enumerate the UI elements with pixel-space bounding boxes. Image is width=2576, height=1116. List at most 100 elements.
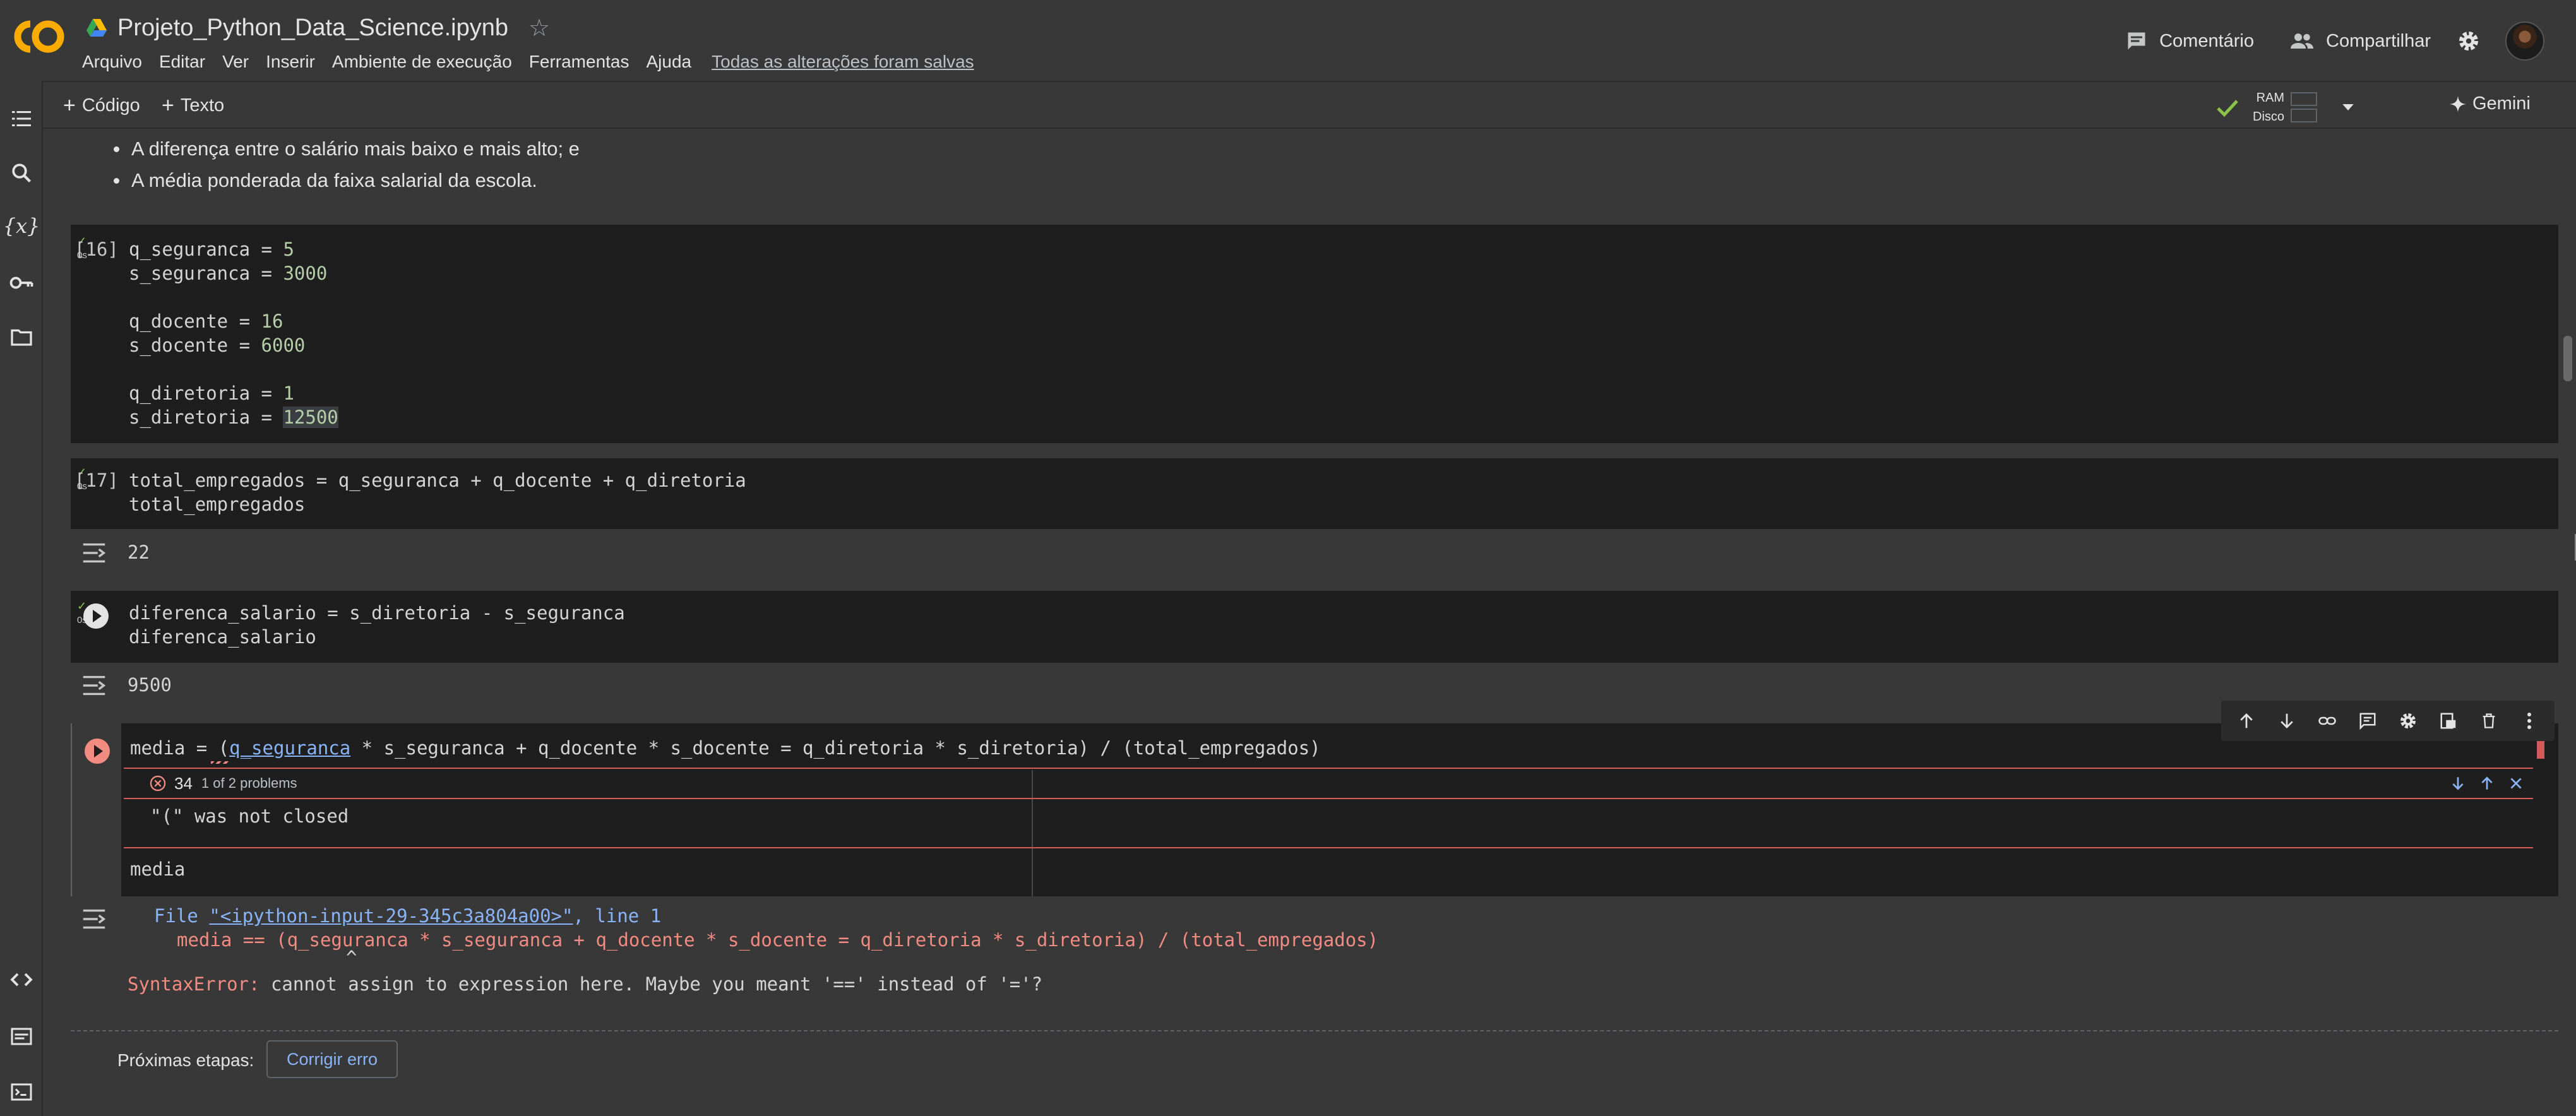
code-cell-diferenca[interactable]: ✓ 0s diferenca_salario = s_diretoria - s… — [71, 591, 2558, 663]
fix-error-button[interactable]: Corrigir erro — [266, 1040, 398, 1078]
run-cell-button[interactable] — [83, 603, 109, 629]
close-peek-icon[interactable] — [2508, 775, 2524, 792]
share-label: Compartilhar — [2326, 30, 2431, 51]
move-up-icon[interactable] — [2226, 701, 2267, 741]
disk-label: Disco — [2253, 110, 2285, 124]
next-steps-bar: Próximas etapas: Corrigir erro — [71, 1030, 2558, 1078]
code-var: s_docente — [129, 335, 229, 356]
variables-icon[interactable]: {x} — [3, 211, 40, 241]
table-of-contents-icon[interactable] — [6, 104, 37, 134]
code-number: 5 — [283, 239, 294, 260]
saved-status-link[interactable]: Todas as alterações foram salvas — [712, 52, 974, 72]
comment-icon — [2128, 32, 2145, 50]
colab-logo[interactable] — [9, 15, 69, 58]
code-cell-16[interactable]: ✓ 0s [16] q_seguranca = 5 s_seguranca = … — [71, 225, 2558, 443]
plus-icon: + — [162, 93, 174, 117]
notebook-toolbar: + Código + Texto RAM Disco Gemini — [43, 81, 2576, 129]
code-cell-media[interactable]: media = (q_seguranca * s_seguranca + q_d… — [71, 701, 2558, 896]
traceback-caret: ^ — [346, 947, 357, 968]
code-line: total_empregados — [129, 494, 306, 515]
code-line: diferenca_salario = s_diretoria - s_segu… — [129, 602, 625, 624]
code-var: q_seguranca — [129, 239, 251, 260]
comment-button[interactable]: Comentário — [2125, 30, 2254, 52]
output-value: 22 — [128, 542, 150, 563]
ram-bar — [2291, 92, 2318, 106]
gear-icon[interactable] — [2456, 28, 2481, 54]
comment-label: Comentário — [2159, 30, 2254, 51]
search-icon[interactable] — [6, 158, 37, 188]
code-editor[interactable]: media = (q_seguranca * s_seguranca + q_d… — [130, 736, 1321, 760]
error-count: 34 — [174, 773, 193, 793]
markdown-bullet: A média ponderada da faixa salarial da e… — [114, 169, 537, 191]
traceback-file-line: File "<ipython-input-29-345c3a804a00>", … — [154, 905, 661, 927]
code-snippets-icon[interactable] — [6, 965, 37, 995]
code-text: * s_seguranca + q_docente * s_docente = … — [350, 737, 1321, 759]
error-type: SyntaxError: — [128, 973, 260, 995]
code-var: s_seguranca — [129, 263, 251, 284]
menu-arquivo[interactable]: Arquivo — [82, 52, 142, 72]
move-down-icon[interactable] — [2267, 701, 2307, 741]
output-toggle-icon[interactable] — [80, 673, 109, 698]
code-number: 12500 — [283, 407, 338, 428]
notebook-content: A diferença entre o salário mais baixo e… — [44, 130, 2576, 1116]
folder-icon[interactable] — [6, 322, 37, 352]
error-text: cannot assign to expression here. Maybe … — [259, 973, 1043, 995]
menu-inserir[interactable]: Inserir — [266, 52, 315, 72]
terminal-icon[interactable] — [6, 1077, 37, 1107]
check-icon — [2217, 100, 2238, 117]
delete-icon[interactable] — [2469, 701, 2509, 741]
output-toggle-icon[interactable] — [80, 540, 109, 566]
key-icon[interactable] — [6, 268, 37, 298]
resources-indicator[interactable]: RAM Disco — [2215, 88, 2358, 126]
code-line-2[interactable]: media — [130, 857, 185, 881]
star-icon[interactable]: ☆ — [528, 14, 550, 42]
gear-icon[interactable] — [2388, 701, 2428, 741]
chevron-down-icon[interactable] — [2339, 98, 2358, 117]
share-button[interactable]: Compartilhar — [2289, 30, 2431, 52]
add-text-button[interactable]: + Texto — [162, 93, 224, 118]
mirror-cell-icon[interactable] — [2428, 701, 2469, 741]
gemini-label: Gemini — [2472, 93, 2531, 114]
traceback-file-link[interactable]: "<ipython-input-29-345c3a804a00>" — [209, 905, 573, 927]
code-editor[interactable]: diferenca_salario = s_diretoria - s_segu… — [129, 601, 625, 649]
add-text-label: Texto — [180, 95, 225, 116]
plus-icon: + — [63, 93, 76, 117]
code-text: media = ( — [130, 737, 230, 759]
left-sidebar: {x} — [0, 81, 43, 1116]
markdown-bullet: A diferença entre o salário mais baixo e… — [114, 138, 580, 160]
code-editor[interactable]: total_empregados = q_seguranca + q_docen… — [129, 468, 746, 516]
previous-problem-icon[interactable] — [2479, 775, 2495, 792]
more-options-icon[interactable] — [2509, 701, 2549, 741]
command-palette-icon[interactable] — [6, 1021, 37, 1052]
menu-ver[interactable]: Ver — [222, 52, 249, 72]
link-icon[interactable] — [2307, 701, 2347, 741]
cell-output: 22 — [71, 534, 2558, 572]
people-icon — [2291, 33, 2313, 49]
comment-icon[interactable] — [2347, 701, 2388, 741]
traceback-text: , line 1 — [573, 905, 662, 927]
avatar[interactable] — [2505, 21, 2544, 61]
code-link[interactable]: q_seguranca — [229, 737, 350, 759]
menu-editar[interactable]: Editar — [159, 52, 205, 72]
page-scrollbar-thumb[interactable] — [2563, 336, 2572, 381]
add-code-label: Código — [81, 95, 140, 116]
output-value: 9500 — [128, 674, 172, 696]
code-var: s_diretoria — [129, 407, 251, 428]
menu-ambiente-execucao[interactable]: Ambiente de execução — [332, 52, 512, 72]
code-cell-17[interactable]: ✓ 0s [17] total_empregados = q_seguranca… — [71, 458, 2558, 529]
output-toggle-icon[interactable] — [80, 906, 109, 932]
syntax-error-line: SyntaxError: cannot assign to expression… — [128, 973, 1042, 995]
next-steps-label: Próximas etapas: — [117, 1050, 254, 1070]
run-cell-error-button[interactable] — [85, 739, 110, 764]
menu-ferramentas[interactable]: Ferramentas — [529, 52, 629, 72]
disk-bar — [2291, 109, 2318, 122]
code-line: diferenca_salario — [129, 626, 316, 648]
cell-toolbar — [2221, 701, 2555, 741]
add-code-button[interactable]: + Código — [63, 93, 140, 118]
next-problem-icon[interactable] — [2450, 775, 2466, 792]
error-divider — [124, 768, 2533, 769]
notebook-title[interactable]: Projeto_Python_Data_Science.ipynb — [117, 15, 508, 42]
menu-ajuda[interactable]: Ajuda — [647, 52, 692, 72]
gemini-button[interactable]: Gemini — [2450, 93, 2531, 114]
code-editor[interactable]: q_seguranca = 5 s_seguranca = 3000 q_doc… — [129, 237, 338, 429]
